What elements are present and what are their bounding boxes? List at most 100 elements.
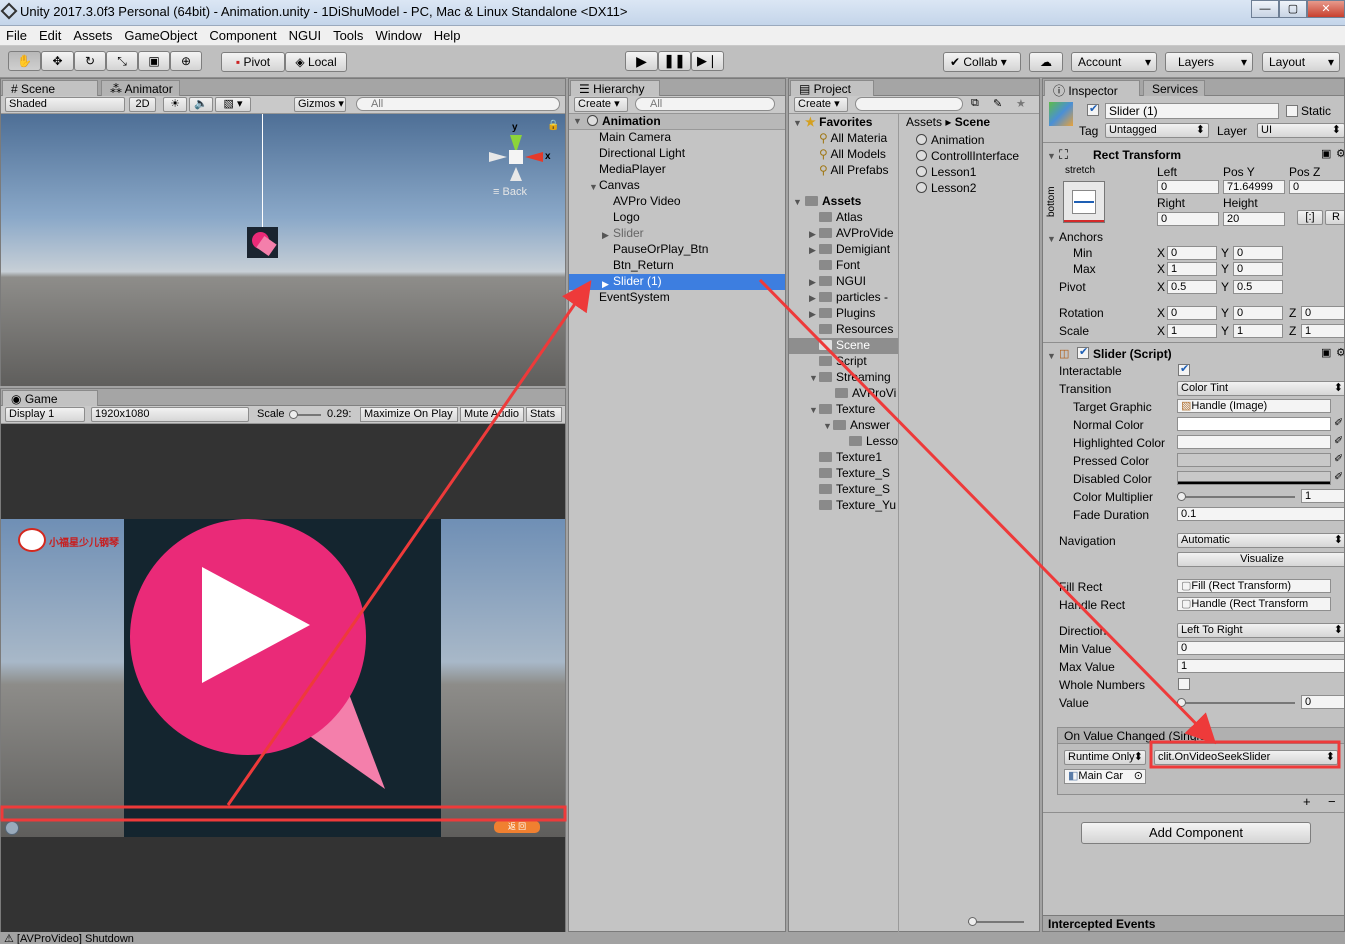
layers-dropdown[interactable]: Layers ▾	[1165, 52, 1253, 72]
menu-gameobject[interactable]: GameObject	[118, 26, 203, 43]
game-viewport[interactable]: 小福星少儿钢琴 返 回	[1, 424, 565, 932]
transition-dropdown[interactable]: Color Tint ⬍	[1177, 381, 1344, 396]
favorites-header[interactable]: ★ Favorites	[805, 115, 872, 131]
value-input[interactable]: 0	[1301, 695, 1344, 709]
cloud-icon[interactable]: ☁	[1029, 52, 1063, 72]
lighting-icon[interactable]: ☀	[163, 97, 187, 112]
eyedropper-icon[interactable]: ✐	[1334, 434, 1343, 447]
slider-script-header[interactable]: Slider (Script)	[1093, 347, 1172, 361]
eyedropper-icon[interactable]: ✐	[1334, 470, 1343, 483]
step-button[interactable]: ▶❘	[691, 51, 724, 71]
object-name-input[interactable]: Slider (1)	[1105, 103, 1279, 119]
assets-header[interactable]: Assets	[805, 194, 861, 210]
menu-file[interactable]: File	[0, 26, 33, 43]
tab-project[interactable]: ▤ Project	[790, 80, 874, 96]
pivot-toggle[interactable]: ▪ Pivot	[221, 52, 285, 72]
folder-lesso[interactable]: Lesso	[849, 434, 898, 450]
target-graphic-field[interactable]: ▧Handle (Image)	[1177, 399, 1331, 413]
static-checkbox[interactable]	[1286, 105, 1298, 117]
tab-services[interactable]: Services	[1143, 80, 1206, 96]
folder-texture-s2[interactable]: Texture_S	[819, 482, 890, 498]
hierarchy-item-main-camera[interactable]: Main Camera	[569, 130, 785, 146]
fade-duration-input[interactable]: 0.1	[1177, 507, 1344, 521]
value-slider[interactable]	[1177, 698, 1295, 707]
hierarchy-item-logo[interactable]: Logo	[569, 210, 785, 226]
breadcrumb-assets[interactable]: Assets	[906, 115, 942, 129]
folder-demigiant[interactable]: Demigiant	[819, 242, 890, 258]
direction-dropdown[interactable]: Left To Right ⬍	[1177, 623, 1344, 638]
tab-animator[interactable]: ⁂ Animator	[101, 80, 180, 96]
favorite-star-icon[interactable]: ★	[1016, 97, 1026, 110]
mute-audio-toggle[interactable]: Mute Audio	[460, 407, 524, 422]
rect-tool-icon[interactable]: ▣	[138, 51, 170, 71]
menu-component[interactable]: Component	[203, 26, 282, 43]
min-value-input[interactable]: 0	[1177, 641, 1344, 655]
hierarchy-item-pauseorplay-btn[interactable]: PauseOrPlay_Btn	[569, 242, 785, 258]
menu-ngui[interactable]: NGUI	[283, 26, 328, 43]
right-input[interactable]: 0	[1157, 212, 1219, 226]
resolution-dropdown[interactable]: 1920x1080	[91, 407, 249, 422]
pivot-x-input[interactable]: 0.5	[1167, 280, 1217, 294]
breadcrumb-scene[interactable]: Scene	[955, 115, 990, 129]
pause-or-play-icon[interactable]	[5, 821, 19, 835]
anchor-min-y-input[interactable]: 0	[1233, 246, 1283, 260]
tab-scene[interactable]: # Scene	[2, 80, 98, 96]
anchors-foldout[interactable]: Anchors	[1059, 230, 1103, 244]
maximize-button[interactable]: ▢	[1279, 0, 1307, 18]
filter-type-icon[interactable]: ⧉	[971, 97, 979, 110]
hierarchy-item-btn-return[interactable]: Btn_Return	[569, 258, 785, 274]
scene-file-animation[interactable]: Animation	[916, 133, 984, 149]
highlighted-color-swatch[interactable]	[1177, 435, 1331, 449]
scene-file-lesson1[interactable]: Lesson1	[916, 165, 976, 181]
scale-tool-icon[interactable]: ⤡	[106, 51, 138, 71]
scale-z-input[interactable]: 1	[1301, 324, 1344, 338]
event-target-object-field[interactable]: ◧Main Car ⊙	[1064, 769, 1146, 784]
blueprint-mode-button[interactable]: [:]	[1297, 210, 1323, 225]
tab-game[interactable]: ◉ Game	[2, 390, 98, 406]
raw-edit-button[interactable]: R	[1325, 210, 1344, 225]
hierarchy-item-eventsystem[interactable]: EventSystem	[569, 290, 785, 306]
fill-rect-field[interactable]: ▢Fill (Rect Transform)	[1177, 579, 1331, 593]
slider-enabled-checkbox[interactable]: ✔	[1077, 346, 1089, 359]
left-input[interactable]: 0	[1157, 180, 1219, 194]
pivot-y-input[interactable]: 0.5	[1233, 280, 1283, 294]
anchor-max-x-input[interactable]: 1	[1167, 262, 1217, 276]
color-multiplier-slider[interactable]	[1177, 492, 1295, 501]
runtime-only-dropdown[interactable]: Runtime Only ⬍	[1064, 750, 1146, 765]
hierarchy-item-canvas[interactable]: Canvas	[569, 178, 785, 194]
folder-answer[interactable]: Answer	[833, 418, 890, 434]
hierarchy-create-dropdown[interactable]: Create ▾	[574, 97, 628, 112]
posy-input[interactable]: 71.64999	[1223, 180, 1285, 194]
folder-avprovi[interactable]: AVProVi	[835, 386, 896, 402]
close-button[interactable]: ✕	[1307, 0, 1345, 18]
help-icon[interactable]: ▣	[1321, 346, 1331, 359]
anchor-max-y-input[interactable]: 0	[1233, 262, 1283, 276]
folder-avprovideo[interactable]: AVProVide	[819, 226, 894, 242]
effects-icon[interactable]: ▧ ▾	[215, 97, 251, 112]
hand-tool-icon[interactable]: ✋	[8, 51, 41, 71]
gizmos-dropdown[interactable]: Gizmos ▾	[294, 97, 346, 112]
tab-hierarchy[interactable]: ☰ Hierarchy	[570, 80, 660, 96]
menu-assets[interactable]: Assets	[67, 26, 118, 43]
scene-file-controllinterface[interactable]: ControllInterface	[916, 149, 1019, 165]
hierarchy-item-avpro-video[interactable]: AVPro Video	[569, 194, 785, 210]
whole-numbers-checkbox[interactable]	[1178, 678, 1190, 690]
transform-tool-icon[interactable]: ⊕	[170, 51, 202, 71]
lock-icon[interactable]: 🔒	[547, 120, 559, 131]
remove-event-button[interactable]: −	[1328, 794, 1336, 809]
folder-texture[interactable]: Texture	[819, 402, 875, 418]
icon-size-slider[interactable]	[968, 917, 1024, 926]
anchor-presets-button[interactable]	[1063, 181, 1105, 223]
account-dropdown[interactable]: Account ▾	[1071, 52, 1157, 72]
folder-texture1[interactable]: Texture1	[819, 450, 882, 466]
scene-search-input[interactable]: All	[356, 97, 560, 111]
eyedropper-icon[interactable]: ✐	[1334, 416, 1343, 429]
menu-help[interactable]: Help	[428, 26, 467, 43]
active-checkbox[interactable]: ✔	[1087, 103, 1099, 116]
folder-font[interactable]: Font	[819, 258, 860, 274]
intercepted-events-bar[interactable]: Intercepted Events	[1043, 915, 1344, 931]
favorite-all-models[interactable]: ⚲ All Models	[819, 147, 886, 163]
scene-selected-object[interactable]	[247, 227, 278, 258]
function-dropdown[interactable]: clit.OnVideoSeekSlider ⬍	[1154, 750, 1338, 765]
layer-dropdown[interactable]: UI ⬍	[1257, 123, 1344, 138]
